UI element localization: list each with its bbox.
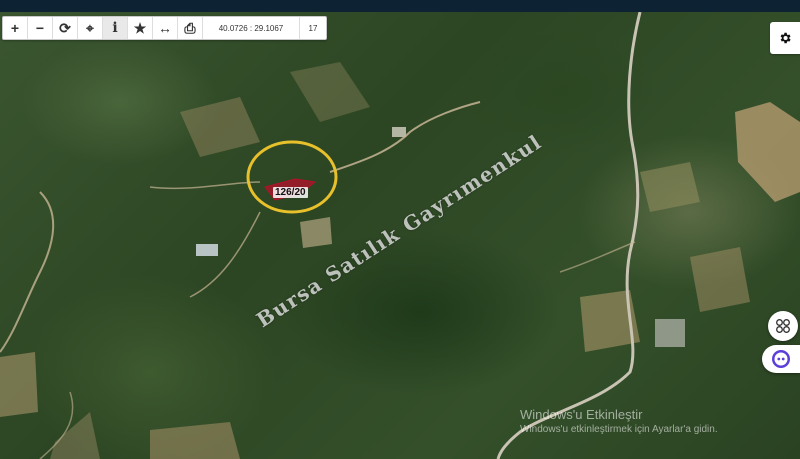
activation-subtitle: Windows'u etkinleştirmek için Ayarlar'a … [520,424,718,435]
info-button[interactable]: i [103,17,128,39]
parcel-label[interactable]: 126/20 [273,187,308,198]
satellite-map[interactable]: 126/20 Bursa Satılık Gayrımenkul [0,12,800,459]
minus-icon: − [35,20,45,36]
activation-title: Windows'u Etkinleştir [520,407,643,422]
field-patch [0,352,38,417]
info-icon: i [112,20,118,36]
refresh-button[interactable]: ⟳ [53,17,78,39]
field-patch [150,422,240,459]
dirt-road [149,181,261,190]
dirt-road [559,241,636,273]
highlight-circle [246,140,338,214]
top-bar [0,0,800,12]
main-road [496,12,642,459]
measure-button[interactable]: ↔ [153,17,178,39]
dirt-road [0,191,55,353]
field-patch [180,97,260,157]
field-patch [735,102,800,202]
zoom-level-readout: 17 [308,23,318,33]
building [655,319,685,347]
building [196,244,218,256]
crosshair-icon: ⌖ [86,19,94,36]
field-patch [290,62,370,122]
plus-icon: + [10,20,20,36]
building [392,127,406,137]
field-patch [640,162,700,212]
ruler-icon: ↔ [158,20,172,36]
printer-icon: ⎙ [184,19,196,36]
assistant-button[interactable] [762,345,800,373]
map-toolbar: + − ⟳ ⌖ i ★ ↔ ⎙ 40.0726 : 29.1067 17 [2,16,327,40]
zoom-in-button[interactable]: + [3,17,28,39]
windows-activation-watermark: Windows'u Etkinleştir Windows'u etkinleş… [520,407,718,435]
apps-button[interactable] [768,311,798,341]
chat-bot-icon [772,350,790,368]
locate-button[interactable]: ⌖ [78,17,103,39]
settings-button[interactable] [770,22,800,54]
apps-icon [776,319,790,333]
print-button[interactable]: ⎙ [178,17,203,39]
star-icon: ★ [133,19,147,36]
coordinate-readout: 40.0726 : 29.1067 [203,17,300,39]
field-patch [300,217,332,248]
favorite-button[interactable]: ★ [128,17,153,39]
dirt-road [329,101,481,173]
zoom-out-button[interactable]: − [28,17,53,39]
field-patch [690,247,750,312]
field-patch [50,412,100,459]
gear-icon [780,32,791,44]
refresh-icon: ⟳ [59,19,71,36]
